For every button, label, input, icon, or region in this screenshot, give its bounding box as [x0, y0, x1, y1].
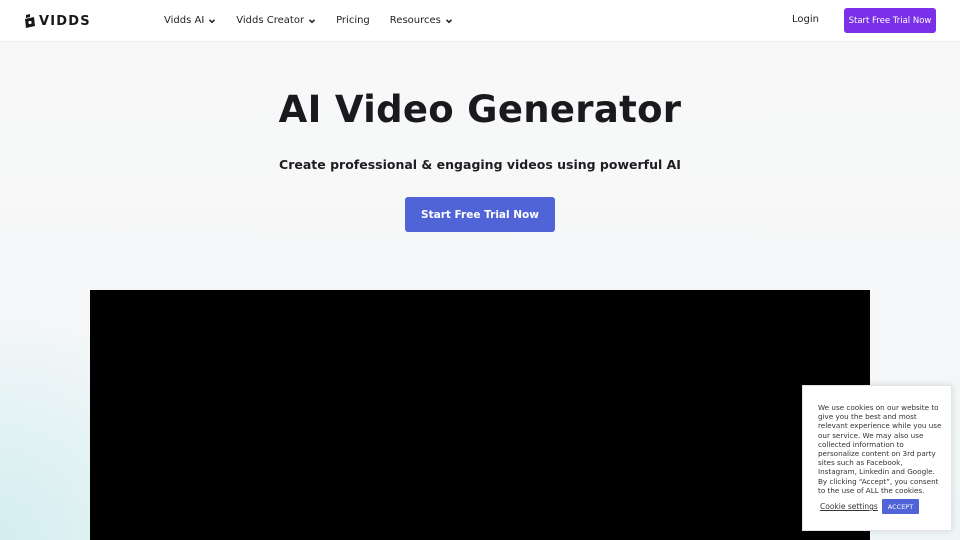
nav-item-pricing[interactable]: Pricing	[336, 15, 370, 26]
chevron-down-icon	[445, 18, 452, 23]
chevron-down-icon	[309, 18, 316, 23]
chevron-down-icon	[209, 18, 216, 23]
vidds-logo-icon	[25, 14, 35, 28]
video-player[interactable]	[90, 290, 870, 540]
cookie-accept-button[interactable]: ACCEPT	[882, 499, 919, 514]
nav-item-label: Resources	[389, 15, 441, 26]
main-nav: Vidds AI Vidds Creator Pricing Resources	[164, 0, 473, 41]
nav-item-label: Vidds AI	[164, 15, 205, 26]
hero-subtitle: Create professional & engaging videos us…	[279, 157, 681, 172]
header-start-trial-button[interactable]: Start Free Trial Now	[844, 8, 936, 33]
cookie-banner: We use cookies on our website to give yo…	[802, 385, 952, 531]
login-link[interactable]: Login	[792, 14, 819, 25]
cookie-message: We use cookies on our website to give yo…	[818, 403, 942, 495]
brand-name: VIDDS	[39, 13, 91, 29]
site-header: VIDDS Vidds AI Vidds Creator Pricing Res…	[0, 0, 960, 42]
page-title: AI Video Generator	[278, 88, 682, 131]
brand-logo[interactable]: VIDDS	[24, 13, 91, 29]
hero-start-trial-button[interactable]: Start Free Trial Now	[405, 197, 555, 232]
nav-item-label: Vidds Creator	[236, 15, 305, 26]
nav-item-label: Pricing	[336, 15, 370, 26]
nav-item-vidds-creator[interactable]: Vidds Creator	[236, 15, 316, 26]
cookie-settings-link[interactable]: Cookie settings	[820, 502, 878, 511]
nav-item-vidds-ai[interactable]: Vidds AI	[164, 15, 216, 26]
nav-item-resources[interactable]: Resources	[390, 15, 453, 26]
